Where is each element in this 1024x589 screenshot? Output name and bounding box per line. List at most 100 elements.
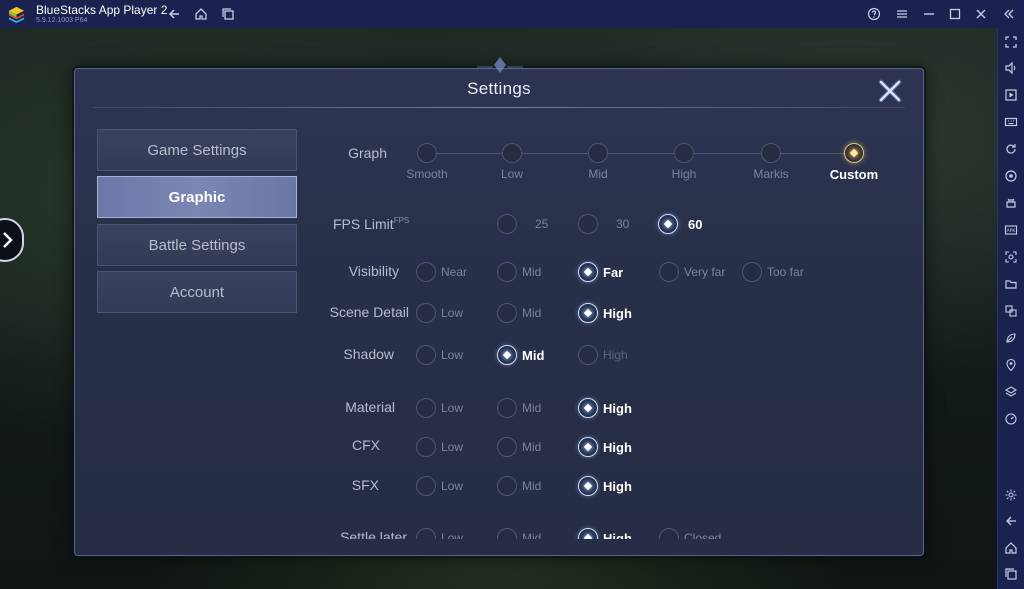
minimize-icon[interactable] <box>920 5 938 23</box>
graphics-settings-list[interactable]: Visibility Near Mid Far Very far Too far… <box>75 249 923 539</box>
radio-button[interactable] <box>659 528 679 539</box>
graph-radio-mid[interactable] <box>588 143 608 163</box>
fullscreen-icon[interactable] <box>1002 33 1020 51</box>
radio-button[interactable] <box>578 476 598 496</box>
option-label: Low <box>441 348 464 362</box>
material-option-high[interactable]: High <box>578 398 632 418</box>
shadow-option-mid[interactable]: Mid <box>497 345 544 365</box>
settle-later-option-high[interactable]: High <box>578 528 632 539</box>
location-icon[interactable] <box>1002 356 1020 374</box>
media-icon[interactable] <box>1002 86 1020 104</box>
volume-icon[interactable] <box>1002 59 1020 77</box>
radio-button[interactable] <box>416 262 436 282</box>
radio-button[interactable] <box>416 398 436 418</box>
macro-icon[interactable] <box>1002 167 1020 185</box>
menu-icon[interactable] <box>893 5 911 23</box>
help-icon[interactable] <box>865 5 883 23</box>
radio-button[interactable] <box>578 345 598 365</box>
radio-button[interactable] <box>497 437 517 457</box>
radio-button[interactable] <box>416 345 436 365</box>
radio-button[interactable] <box>497 476 517 496</box>
graph-radio-low[interactable] <box>502 143 522 163</box>
bluestacks-logo-icon <box>8 6 25 24</box>
fps-option-25[interactable]: 25 <box>497 214 548 234</box>
sfx-option-mid[interactable]: Mid <box>497 476 541 496</box>
radio-button[interactable] <box>578 262 598 282</box>
graph-radio-markis[interactable] <box>761 143 781 163</box>
keyboard-icon[interactable] <box>1002 113 1020 131</box>
radio-button[interactable] <box>416 437 436 457</box>
fps-radio-30[interactable] <box>578 214 598 234</box>
settle-later-option-mid[interactable]: Mid <box>497 528 541 539</box>
cfx-option-high[interactable]: High <box>578 437 632 457</box>
apk-install-icon[interactable]: APK <box>1002 221 1020 239</box>
radio-button[interactable] <box>578 303 598 323</box>
scene-detail-option-high[interactable]: High <box>578 303 632 323</box>
radio-button[interactable] <box>497 528 517 539</box>
visibility-option-very-far[interactable]: Very far <box>659 262 725 282</box>
settle-later-option-closed[interactable]: Closed <box>659 528 721 539</box>
sfx-option-low[interactable]: Low <box>416 476 463 496</box>
shadow-option-low[interactable]: Low <box>416 345 463 365</box>
menu-game-settings[interactable]: Game Settings <box>97 129 297 171</box>
apk-icon[interactable] <box>1002 194 1020 212</box>
visibility-option-mid[interactable]: Mid <box>497 262 541 282</box>
material-option-mid[interactable]: Mid <box>497 398 541 418</box>
scene-detail-option-low[interactable]: Low <box>416 303 463 323</box>
option-label: Mid <box>522 401 542 415</box>
option-label: High <box>603 478 632 494</box>
folder-icon[interactable] <box>1002 275 1020 293</box>
close-icon[interactable] <box>972 5 990 23</box>
settle-later-option-low[interactable]: Low <box>416 528 463 539</box>
fps-option-30[interactable]: 30 <box>578 214 629 234</box>
layers-icon[interactable] <box>1002 383 1020 401</box>
screenshot-icon[interactable] <box>1002 248 1020 266</box>
recent-apps-icon[interactable] <box>1002 565 1020 583</box>
performance-icon[interactable] <box>1002 410 1020 428</box>
graph-radio-high[interactable] <box>674 143 694 163</box>
radio-button[interactable] <box>497 262 517 282</box>
sfx-option-high[interactable]: High <box>578 476 632 496</box>
scene-detail-option-mid[interactable]: Mid <box>497 303 541 323</box>
radio-button[interactable] <box>578 398 598 418</box>
visibility-option-far[interactable]: Far <box>578 262 623 282</box>
multi-instance-icon[interactable] <box>1002 302 1020 320</box>
option-label: Mid <box>522 479 542 493</box>
radio-button[interactable] <box>578 528 598 539</box>
radio-button[interactable] <box>578 437 598 457</box>
maximize-icon[interactable] <box>946 5 964 23</box>
home-icon[interactable] <box>1002 539 1020 557</box>
rotate-icon[interactable] <box>1002 140 1020 158</box>
collapse-sidebar-icon[interactable] <box>1000 5 1018 23</box>
radio-button[interactable] <box>659 262 679 282</box>
home-icon[interactable] <box>192 5 210 23</box>
cfx-option-mid[interactable]: Mid <box>497 437 541 457</box>
close-dialog-icon[interactable] <box>877 78 903 104</box>
radio-button[interactable] <box>416 476 436 496</box>
radio-button[interactable] <box>742 262 762 282</box>
radio-button[interactable] <box>497 398 517 418</box>
radio-button[interactable] <box>416 303 436 323</box>
graph-radio-custom[interactable] <box>844 143 864 163</box>
fps-radio-25[interactable] <box>497 214 517 234</box>
material-option-low[interactable]: Low <box>416 398 463 418</box>
radio-button[interactable] <box>497 303 517 323</box>
expand-arrow-button[interactable] <box>0 218 24 262</box>
menu-graphic[interactable]: Graphic <box>97 176 297 218</box>
back-icon[interactable] <box>1002 512 1020 530</box>
radio-button[interactable] <box>416 528 436 539</box>
radio-button[interactable] <box>497 345 517 365</box>
multi-window-icon[interactable] <box>219 5 237 23</box>
fps-option-60[interactable]: 60 <box>658 214 702 234</box>
graph-radio-smooth[interactable] <box>417 143 437 163</box>
eco-mode-icon[interactable] <box>1002 329 1020 347</box>
back-icon[interactable] <box>165 5 183 23</box>
cfx-option-low[interactable]: Low <box>416 437 463 457</box>
fps-radio-60[interactable] <box>658 214 678 234</box>
right-sidebar: APK <box>997 28 1024 589</box>
visibility-option-near[interactable]: Near <box>416 262 467 282</box>
visibility-option-too-far[interactable]: Too far <box>742 262 804 282</box>
settings-icon[interactable] <box>1002 486 1020 504</box>
shadow-option-high[interactable]: High <box>578 345 628 365</box>
graph-option-high: High <box>671 167 697 181</box>
